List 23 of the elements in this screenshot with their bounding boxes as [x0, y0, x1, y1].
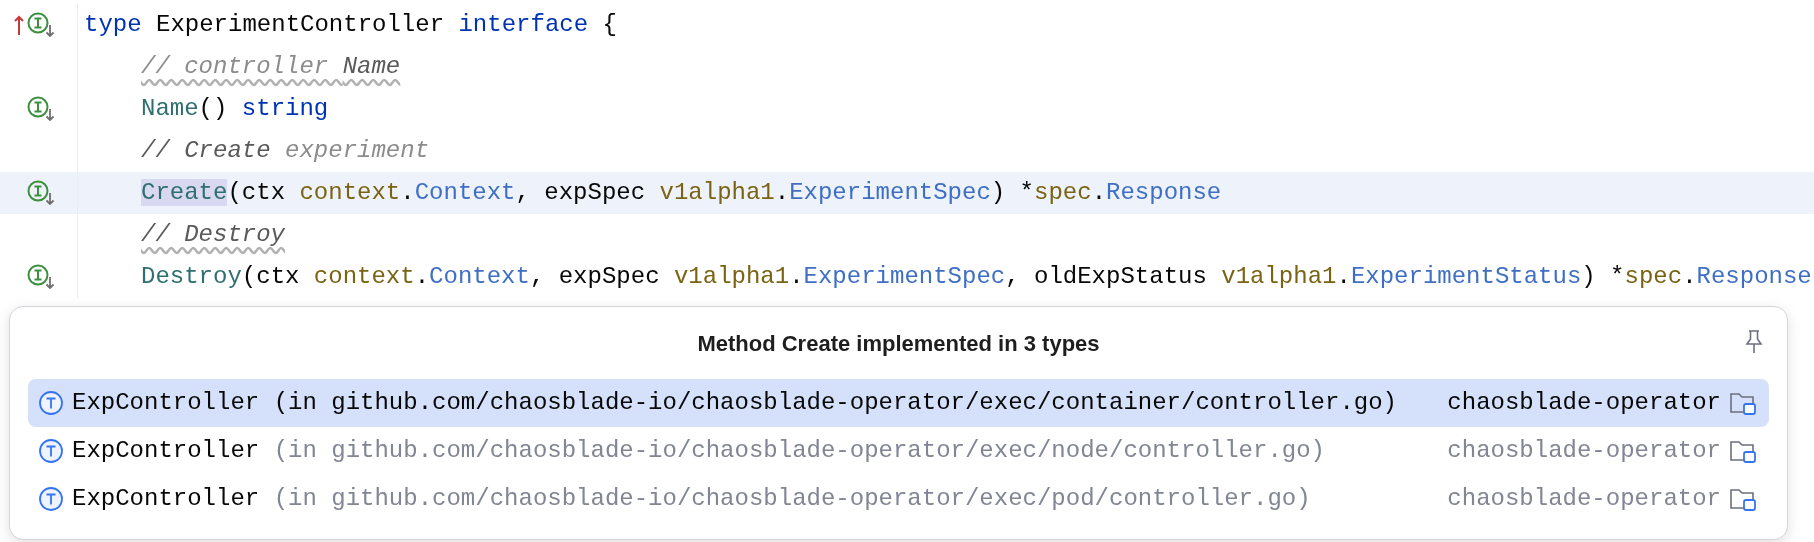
type-icon	[38, 486, 64, 512]
module-folder-icon	[1729, 486, 1757, 512]
popup-title: Method Create implemented in 3 types	[697, 329, 1100, 358]
code-comment: // controller Name	[140, 52, 401, 82]
code-comment: // Create experiment	[140, 136, 430, 166]
type-icon	[38, 438, 64, 464]
code-comment: // Destroy	[140, 220, 286, 250]
implementation-item[interactable]: ExpController (in github.com/chaosblade-io/chaosblade-operator/exec/pod/controller.go) chaosblade-operator	[28, 475, 1769, 523]
implementation-item[interactable]: ExpController (in github.com/chaosblade-io/chaosblade-operator/exec/container/controller.go) chaosblade-operator	[28, 379, 1769, 427]
implemented-icon[interactable]	[26, 263, 56, 291]
overriding-arrow-icon[interactable]	[14, 13, 24, 37]
implemented-icon[interactable]	[26, 11, 56, 39]
implemented-icon[interactable]	[26, 95, 56, 123]
code-line: type ExperimentController interface {	[84, 10, 617, 40]
module-folder-icon	[1729, 390, 1757, 416]
implementation-item[interactable]: ExpController (in github.com/chaosblade-io/chaosblade-operator/exec/node/controller.go) chaosblade-operator	[28, 427, 1769, 475]
code-line: Destroy(ctx context.Context, expSpec v1alpha1.ExperimentSpec, oldExpStatus v1alpha1.ExperimentStatus) *spec.Response	[140, 262, 1812, 292]
code-line: Name() string	[140, 94, 329, 124]
type-icon	[38, 390, 64, 416]
pin-icon[interactable]	[1743, 329, 1765, 355]
implemented-icon[interactable]	[26, 179, 56, 207]
code-line: Create(ctx context.Context, expSpec v1alpha1.ExperimentSpec) *spec.Response	[140, 178, 1222, 208]
module-folder-icon	[1729, 438, 1757, 464]
